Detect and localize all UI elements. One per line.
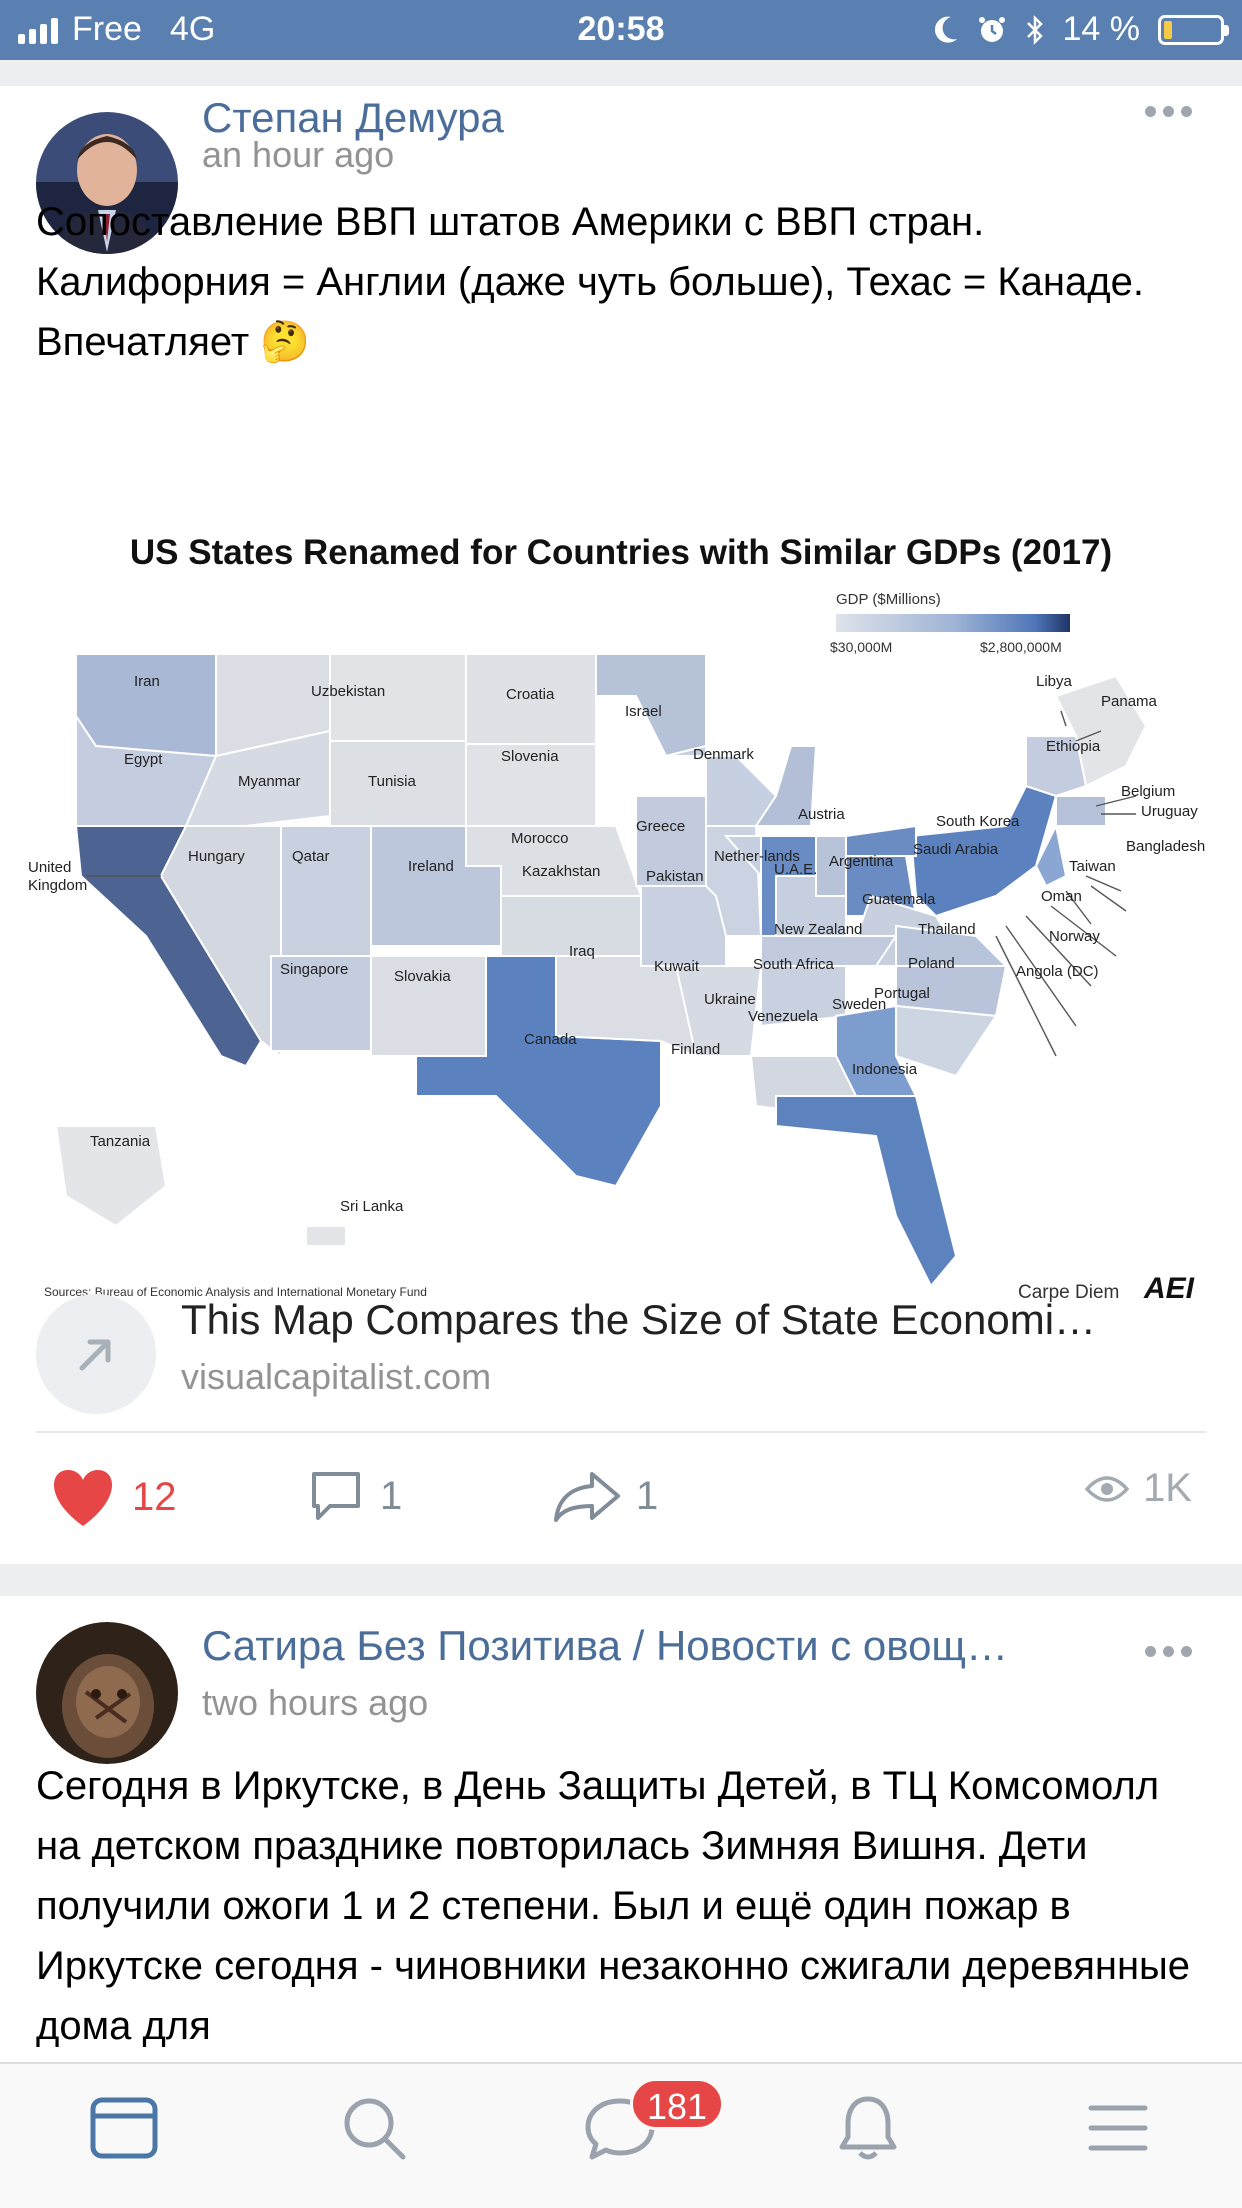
tab-bar: 181: [0, 2062, 1242, 2208]
label-israel: Israel: [625, 703, 662, 720]
label-greece: Greece: [636, 818, 685, 835]
post-time[interactable]: two hours ago: [202, 1682, 428, 1724]
comment-button[interactable]: 1: [306, 1466, 402, 1526]
search-icon: [344, 2098, 406, 2160]
label-croatia: Croatia: [506, 686, 555, 703]
label-oman: Oman: [1041, 888, 1082, 905]
more-options-icon[interactable]: [1145, 106, 1192, 117]
label-bangladesh: Bangladesh: [1126, 838, 1205, 855]
post-image-map[interactable]: US States Renamed for Countries with Sim…: [16, 496, 1226, 1326]
label-ireland: Ireland: [408, 858, 454, 875]
legend-title: GDP ($Millions): [836, 591, 941, 608]
label-south-africa: South Africa: [753, 956, 835, 973]
label-myanmar: Myanmar: [238, 773, 301, 790]
label-kazakhstan: Kazakhstan: [522, 863, 600, 880]
label-new-zealand: New Zealand: [774, 921, 862, 938]
label-venezuela: Venezuela: [748, 1008, 819, 1025]
link-domain: visualcapitalist.com: [181, 1356, 492, 1397]
post-actions: 12 1 1 1K: [0, 1466, 1242, 1546]
tab-news[interactable]: [84, 2088, 164, 2168]
label-tanzania: Tanzania: [90, 1133, 151, 1150]
share-button[interactable]: 1: [552, 1466, 658, 1526]
label-slovakia: Slovakia: [394, 968, 451, 985]
label-denmark: Denmark: [693, 746, 754, 763]
label-sri-lanka: Sri Lanka: [340, 1198, 404, 1215]
tab-search[interactable]: [334, 2088, 414, 2168]
label-angola: Angola (DC): [1016, 963, 1099, 980]
status-bar: Free 4G 20:58 14 %: [0, 0, 1242, 60]
label-libya: Libya: [1036, 673, 1073, 690]
post-text: Сегодня в Иркутске, в День Защиты Детей,…: [36, 1764, 1191, 2048]
heart-icon: [53, 1470, 113, 1526]
views-count: 1K: [1143, 1466, 1192, 1510]
label-iran: Iran: [134, 673, 160, 690]
post-card: Степан Демура an hour ago Сопоставление …: [0, 86, 1242, 1564]
menu-icon: [1088, 2105, 1148, 2151]
label-indonesia: Indonesia: [852, 1061, 918, 1078]
label-united-kingdom: United Kingdom: [28, 859, 87, 894]
label-singapore: Singapore: [280, 961, 348, 978]
label-belgium: Belgium: [1121, 783, 1175, 800]
external-link-icon: [36, 1294, 156, 1414]
like-count: 12: [132, 1474, 177, 1519]
divider: [36, 1431, 1206, 1433]
legend-max: $2,800,000M: [980, 639, 1062, 655]
label-uae: U.A.E.: [774, 861, 817, 878]
tab-notifications[interactable]: [828, 2088, 908, 2168]
label-thailand: Thailand: [918, 921, 976, 938]
messages-badge: 181: [630, 2078, 725, 2130]
label-qatar: Qatar: [292, 848, 330, 865]
label-egypt: Egypt: [124, 751, 163, 768]
share-count: 1: [636, 1473, 659, 1518]
label-finland: Finland: [671, 1041, 720, 1058]
label-ethiopia: Ethiopia: [1046, 738, 1101, 755]
link-title[interactable]: This Map Compares the Size of State Econ…: [181, 1296, 1231, 1344]
label-kuwait: Kuwait: [654, 958, 700, 975]
label-iraq: Iraq: [569, 943, 595, 960]
alarm-icon: [978, 16, 1005, 42]
label-norway: Norway: [1049, 928, 1100, 945]
label-slovenia: Slovenia: [501, 748, 559, 765]
like-button[interactable]: 12: [48, 1466, 177, 1528]
share-icon: [554, 1472, 620, 1522]
label-sweden: Sweden: [832, 996, 886, 1013]
bluetooth-icon: [1026, 14, 1043, 45]
label-tunisia: Tunisia: [368, 773, 416, 790]
map-title: US States Renamed for Countries with Sim…: [130, 533, 1112, 572]
label-pakistan: Pakistan: [646, 868, 704, 885]
post-time[interactable]: an hour ago: [202, 134, 394, 176]
legend-bar: [836, 614, 1070, 632]
link-preview[interactable]: This Map Compares the Size of State Econ…: [36, 1276, 1206, 1426]
label-ukraine: Ukraine: [704, 991, 756, 1008]
more-options-icon[interactable]: [1145, 1646, 1192, 1657]
news-icon: [90, 2097, 158, 2159]
label-south-korea: South Korea: [936, 813, 1020, 830]
label-austria: Austria: [798, 806, 845, 823]
label-hungary: Hungary: [188, 848, 245, 865]
moon-icon: [934, 16, 957, 43]
eye-icon: [1085, 1475, 1130, 1502]
tab-menu[interactable]: [1078, 2088, 1158, 2168]
label-morocco: Morocco: [511, 830, 569, 847]
author-avatar[interactable]: [36, 1622, 178, 1764]
label-argentina: Argentina: [829, 853, 894, 870]
label-saudi-arabia: Saudi Arabia: [913, 841, 999, 858]
battery-percent: 14 %: [1062, 10, 1141, 48]
label-uruguay: Uruguay: [1141, 803, 1198, 820]
label-taiwan: Taiwan: [1069, 858, 1116, 875]
label-canada: Canada: [524, 1031, 577, 1048]
post-author[interactable]: Сатира Без Позитива / Новости с овощ…: [202, 1622, 1102, 1670]
comment-count: 1: [380, 1473, 403, 1518]
label-poland: Poland: [908, 955, 955, 972]
views-counter: 1K: [1085, 1466, 1192, 1511]
battery-icon: [1158, 14, 1229, 45]
legend-min: $30,000M: [830, 639, 892, 655]
label-guatemala: Guatemala: [862, 891, 936, 908]
post-text: Сопоставление ВВП штатов Америки с ВВП с…: [36, 200, 1144, 364]
label-panama: Panama: [1101, 693, 1158, 710]
comment-icon: [312, 1472, 360, 1520]
label-uzbekistan: Uzbekistan: [311, 683, 385, 700]
notifications-icon: [839, 2096, 897, 2160]
